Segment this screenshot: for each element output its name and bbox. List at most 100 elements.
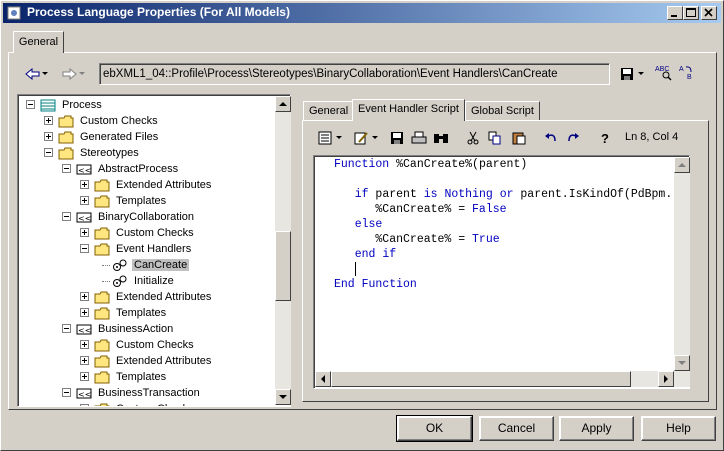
tree-item[interactable]: Templates	[94, 193, 168, 209]
collapse-button[interactable]	[44, 148, 53, 157]
tree-item[interactable]: Process	[40, 97, 104, 113]
edit-dropdown[interactable]	[369, 129, 381, 147]
print-button[interactable]	[409, 129, 429, 147]
scroll-up-button[interactable]	[275, 96, 291, 112]
minimize-icon	[671, 15, 677, 17]
copy-button[interactable]	[485, 129, 505, 147]
tree-item[interactable]: Initialize	[112, 273, 176, 289]
help-button[interactable]: Help	[641, 416, 716, 441]
properties-dropdown[interactable]	[333, 129, 345, 147]
scroll-down-button[interactable]	[275, 389, 291, 405]
folder-icon	[94, 179, 110, 192]
expand-button[interactable]	[80, 404, 89, 406]
redo-button[interactable]	[563, 129, 583, 147]
scroll-thumb[interactable]	[275, 231, 291, 301]
tree-item[interactable]: Templates	[94, 305, 168, 321]
editor-scroll-up[interactable]	[674, 157, 690, 173]
apply-button[interactable]: Apply	[559, 416, 634, 441]
cancel-button[interactable]: Cancel	[479, 416, 554, 441]
expand-button[interactable]	[80, 372, 89, 381]
editor-scroll-right[interactable]	[658, 371, 674, 387]
tree-item[interactable]: Custom Checks	[58, 113, 160, 129]
editor-hscrollbar[interactable]	[315, 371, 674, 387]
save-path-button[interactable]	[617, 65, 637, 83]
expand-button[interactable]	[80, 180, 89, 189]
properties-button[interactable]	[315, 129, 335, 147]
find-script-button[interactable]	[431, 129, 451, 147]
back-dropdown[interactable]	[39, 65, 51, 83]
tree-item-label: Process	[62, 99, 102, 111]
tree-item-label: Custom Checks	[116, 227, 194, 239]
minimize-button[interactable]	[667, 6, 683, 20]
expand-button[interactable]	[80, 196, 89, 205]
replace-button[interactable]: A B	[678, 63, 698, 81]
tree-item[interactable]: Extended Attributes	[94, 353, 213, 369]
tree-item[interactable]: <<> BusinessAction	[76, 321, 175, 337]
expand-button[interactable]	[44, 132, 53, 141]
print-icon	[411, 131, 427, 144]
collapse-button[interactable]	[26, 100, 35, 109]
tree-scrollbar[interactable]	[275, 96, 291, 405]
tab-general-outer[interactable]: General	[13, 31, 64, 53]
tree-item[interactable]: CanCreate	[112, 257, 190, 273]
tree-item[interactable]: Generated Files	[58, 129, 160, 145]
save-script-button[interactable]	[387, 129, 407, 147]
stereotype-icon: <<>	[76, 163, 98, 176]
folder-icon	[94, 339, 110, 352]
collapse-button[interactable]	[62, 324, 71, 333]
arrow-left-icon	[321, 375, 325, 383]
folder-icon	[58, 115, 74, 128]
tree-item[interactable]: Event Handlers	[94, 241, 193, 257]
editor-hscroll-thumb[interactable]	[331, 371, 631, 387]
expand-button[interactable]	[80, 228, 89, 237]
tree-item[interactable]: <<> AbstractProcess	[76, 161, 180, 177]
tree-item-label: Initialize	[134, 275, 174, 287]
tree-view[interactable]: Process Custom Checks Generated Files Stere…	[17, 94, 291, 407]
help-script-button[interactable]: ?	[595, 129, 615, 147]
collapse-button[interactable]	[62, 164, 71, 173]
arrow-down-icon	[678, 361, 686, 365]
tree-item[interactable]: Extended Attributes	[94, 289, 213, 305]
paste-button[interactable]	[509, 129, 529, 147]
tree-item[interactable]: Extended Attributes	[94, 177, 213, 193]
tree-item[interactable]: Custom Checks	[94, 401, 196, 406]
stereotype-icon: <<>	[76, 387, 98, 400]
folder-icon	[58, 147, 74, 160]
close-button[interactable]	[701, 6, 717, 20]
tree-item[interactable]: <<> BusinessTransaction	[76, 385, 202, 401]
cut-button[interactable]	[463, 129, 483, 147]
save-dropdown[interactable]	[635, 65, 647, 83]
tree-item-label: Templates	[116, 195, 167, 207]
editor-scroll-left[interactable]	[315, 371, 331, 387]
tree-item-label: Templates	[116, 307, 167, 319]
title-bar[interactable]: Process Language Properties (For All Mod…	[3, 3, 721, 23]
tab-general[interactable]: General	[303, 101, 355, 121]
script-editor[interactable]: Function %CanCreate%(parent) if parent i…	[313, 155, 690, 389]
tree-item[interactable]: Templates	[94, 369, 168, 385]
tree-item[interactable]: <<> BinaryCollaboration	[76, 209, 196, 225]
find-button[interactable]: ABC	[654, 63, 674, 81]
expand-button[interactable]	[44, 116, 53, 125]
expand-button[interactable]	[80, 308, 89, 317]
cursor-position: Ln 8, Col 4	[625, 131, 679, 143]
expand-button[interactable]	[80, 340, 89, 349]
tab-event-handler-script[interactable]: Event Handler Script	[352, 99, 465, 121]
tree-item[interactable]: Custom Checks	[94, 337, 196, 353]
ok-button[interactable]: OK	[396, 415, 473, 442]
edit-button[interactable]	[351, 129, 371, 147]
expand-button[interactable]	[80, 292, 89, 301]
editor-vscrollbar[interactable]	[674, 157, 690, 387]
tree-item[interactable]: Stereotypes	[58, 145, 141, 161]
tree-item[interactable]: Custom Checks	[94, 225, 196, 241]
path-field[interactable]: ebXML1_04::Profile\Process\Stereotypes\B…	[99, 63, 610, 85]
tab-global-script[interactable]: Global Script	[465, 101, 540, 121]
collapse-button[interactable]	[80, 244, 89, 253]
undo-button[interactable]	[541, 129, 561, 147]
expand-button[interactable]	[80, 356, 89, 365]
forward-dropdown[interactable]	[76, 65, 88, 83]
code-line-4: %CanCreate% = False	[334, 203, 507, 216]
maximize-button[interactable]	[683, 6, 699, 20]
editor-scroll-down[interactable]	[674, 355, 690, 371]
collapse-button[interactable]	[62, 388, 71, 397]
collapse-button[interactable]	[62, 212, 71, 221]
